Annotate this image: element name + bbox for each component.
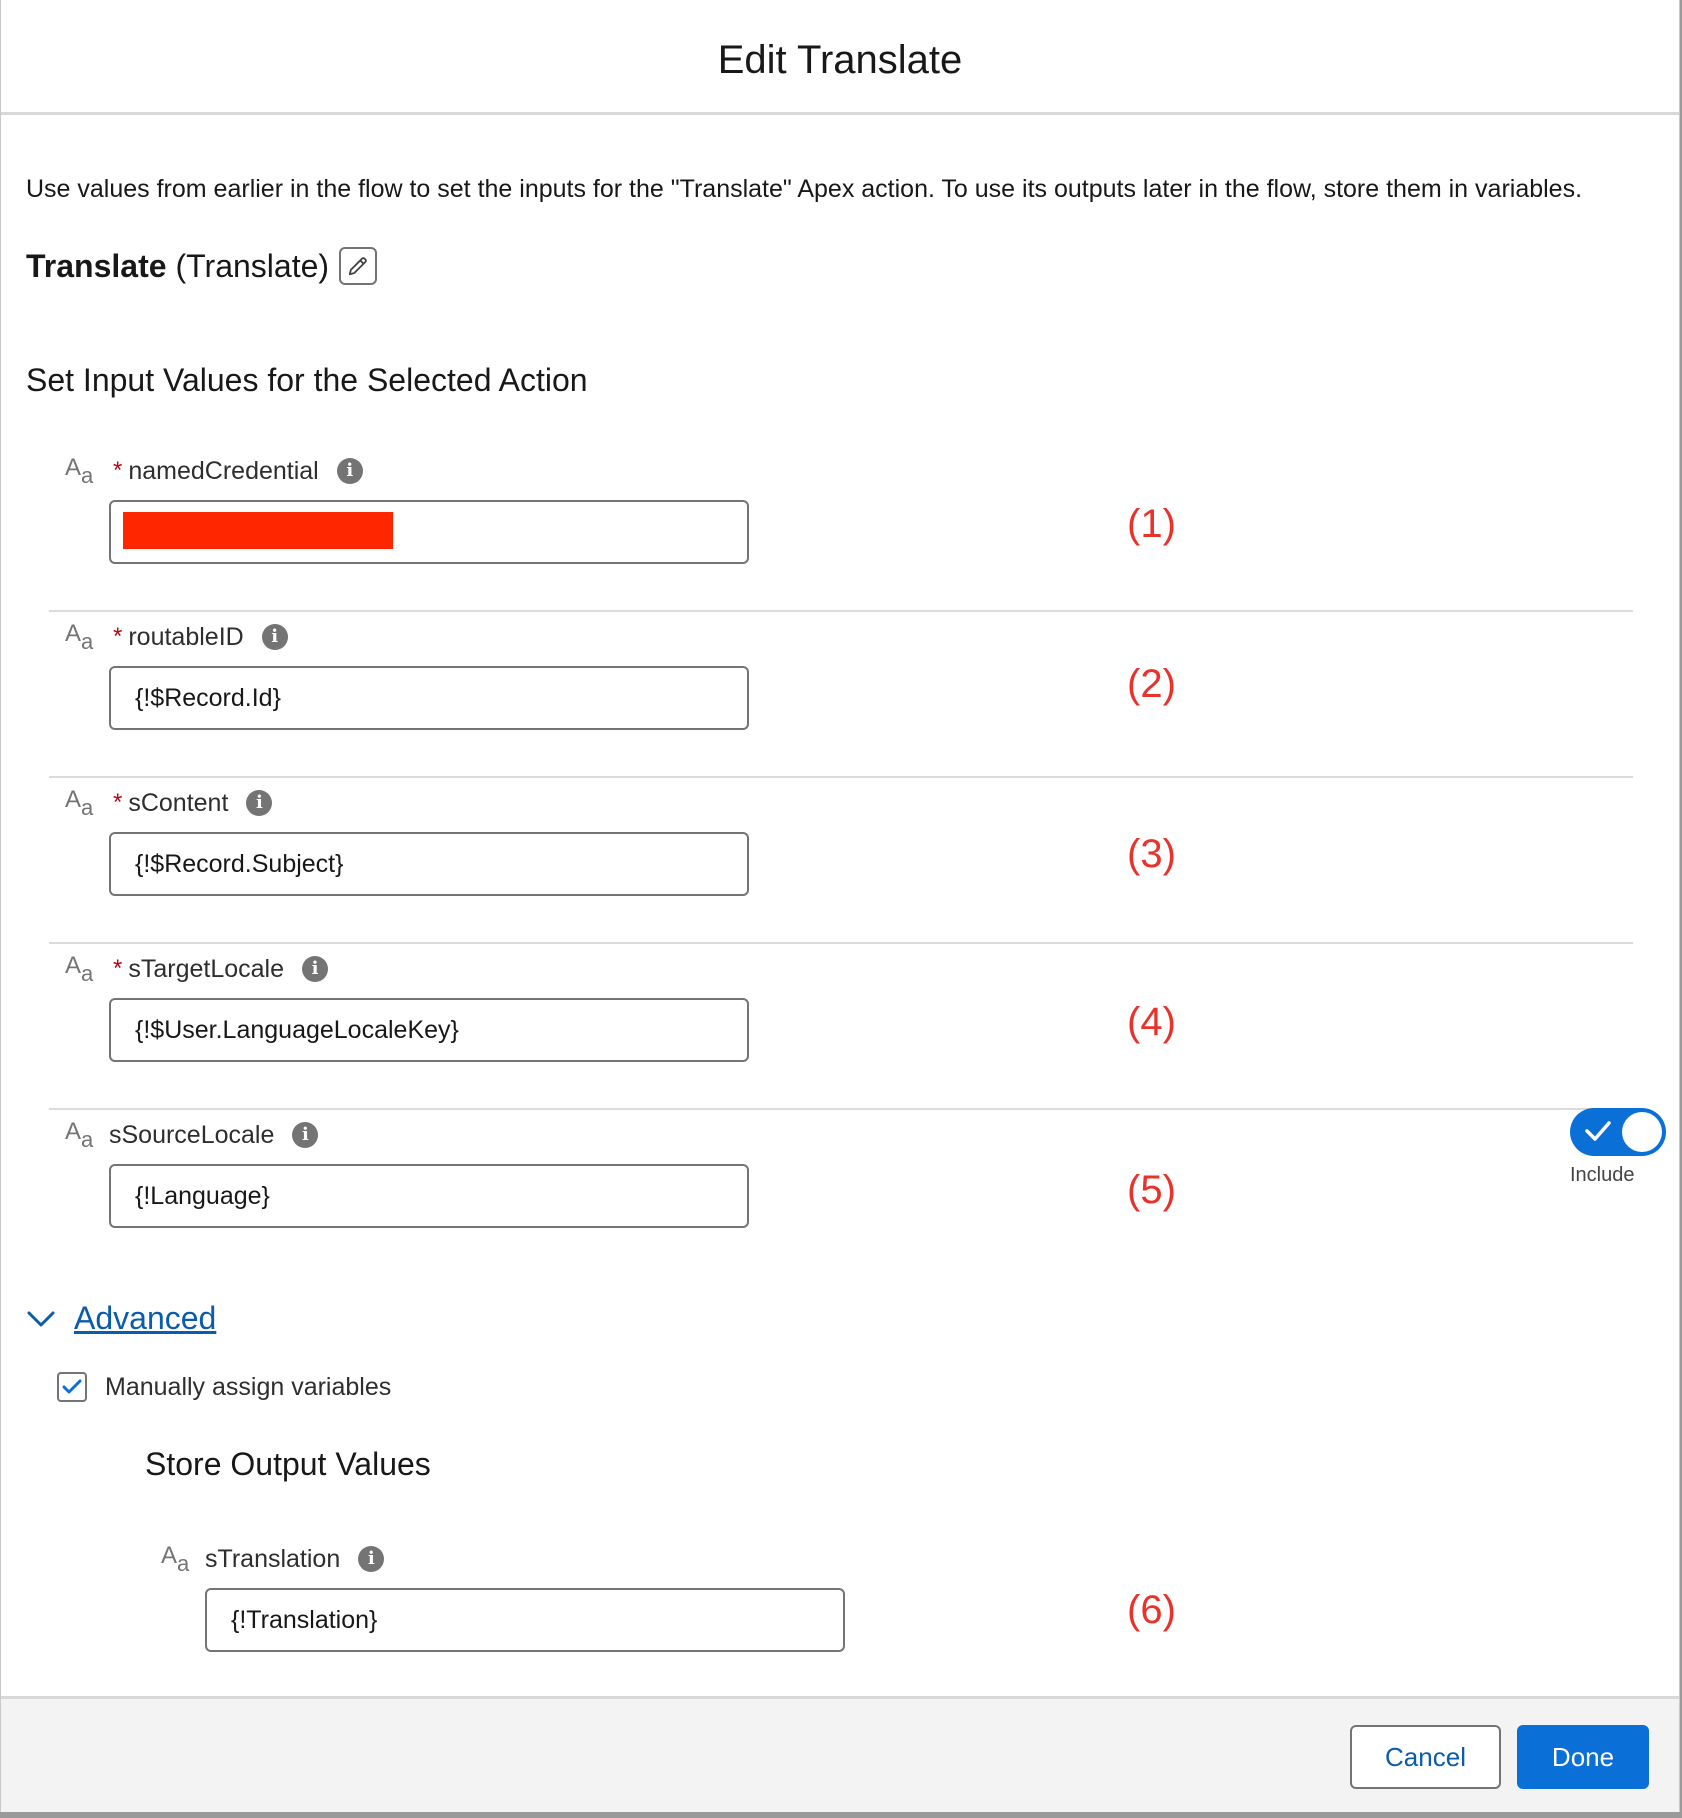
param-routable-id: Aa * routableID i {!$Record.Id} (2) xyxy=(49,610,1633,778)
annotation-label: (3) xyxy=(1127,832,1176,876)
s-translation-input[interactable]: {!Translation} xyxy=(205,1588,845,1652)
include-toggle[interactable] xyxy=(1570,1108,1666,1156)
info-icon[interactable]: i xyxy=(261,624,288,650)
text-type-icon: Aa xyxy=(65,454,94,488)
cancel-button[interactable]: Cancel xyxy=(1350,1725,1501,1789)
param-label: sTranslation xyxy=(205,1545,341,1573)
s-target-locale-input[interactable]: {!$User.LanguageLocaleKey} xyxy=(109,998,749,1062)
modal-title: Edit Translate xyxy=(717,38,963,82)
chevron-down-icon xyxy=(27,1311,55,1326)
advanced-link[interactable]: Advanced xyxy=(74,1300,216,1337)
param-label: routableID xyxy=(128,623,244,651)
s-source-locale-input[interactable]: {!Language} xyxy=(109,1164,749,1228)
text-type-icon: Aa xyxy=(161,1542,190,1576)
info-icon[interactable]: i xyxy=(246,790,273,816)
required-marker: * xyxy=(113,955,123,982)
info-icon[interactable]: i xyxy=(358,1546,385,1572)
edit-action-button[interactable] xyxy=(339,247,378,285)
modal-footer: Cancel Done xyxy=(1,1696,1679,1812)
action-name: Translate (Translate) xyxy=(26,246,378,286)
text-type-icon: Aa xyxy=(65,1118,94,1152)
param-named-credential: Aa * namedCredential i (1) xyxy=(49,444,1633,612)
routable-id-input[interactable]: {!$Record.Id} xyxy=(109,666,749,730)
annotation-label: (2) xyxy=(1127,662,1176,706)
info-icon[interactable]: i xyxy=(302,956,328,982)
redacted-value xyxy=(123,512,393,549)
manual-assign-label: Manually assign variables xyxy=(105,1372,392,1401)
param-label: namedCredential xyxy=(128,457,319,485)
check-icon xyxy=(1585,1121,1611,1141)
input-values-title: Set Input Values for the Selected Action xyxy=(26,362,588,398)
info-icon[interactable]: i xyxy=(336,458,363,484)
annotation-label: (1) xyxy=(1127,502,1176,546)
action-api-name: (Translate) xyxy=(175,248,330,284)
annotation-label: (5) xyxy=(1127,1168,1176,1212)
param-label: sContent xyxy=(128,789,229,817)
param-s-content: Aa * sContent i {!$Record.Subject} (3) xyxy=(49,776,1633,944)
modal-header: Edit Translate xyxy=(1,0,1679,115)
annotation-label: (6) xyxy=(1127,1588,1176,1632)
text-type-icon: Aa xyxy=(65,620,94,654)
text-type-icon: Aa xyxy=(65,952,94,986)
param-label: sTargetLocale xyxy=(128,955,284,983)
required-marker: * xyxy=(113,457,123,484)
param-s-source-locale: Aa sSourceLocale i {!Language} (5) Inclu… xyxy=(49,1108,1666,1274)
param-label: sSourceLocale xyxy=(109,1121,275,1149)
manual-assign-row[interactable]: Manually assign variables xyxy=(57,1372,391,1402)
required-marker: * xyxy=(113,623,123,650)
action-description: Use values from earlier in the flow to s… xyxy=(26,175,1583,203)
param-s-target-locale: Aa * sTargetLocale i {!$User.LanguageLoc… xyxy=(49,942,1633,1110)
s-content-input[interactable]: {!$Record.Subject} xyxy=(109,832,749,896)
named-credential-input[interactable] xyxy=(109,500,749,564)
check-icon xyxy=(62,1379,82,1394)
text-type-icon: Aa xyxy=(65,786,94,820)
advanced-toggle[interactable]: Advanced xyxy=(26,1300,216,1337)
toggle-knob xyxy=(1622,1112,1662,1152)
action-label: Translate xyxy=(26,248,167,284)
annotation-label: (4) xyxy=(1127,1000,1176,1044)
pencil-icon xyxy=(348,257,367,276)
output-values-title: Store Output Values xyxy=(145,1446,431,1482)
edit-translate-modal: Edit Translate Use values from earlier i… xyxy=(0,0,1680,1812)
modal-body[interactable]: Use values from earlier in the flow to s… xyxy=(1,118,1679,1696)
param-s-translation: Aa sTranslation i {!Translation} (6) xyxy=(145,1532,1682,1698)
required-marker: * xyxy=(113,789,123,816)
done-button[interactable]: Done xyxy=(1517,1725,1649,1789)
manual-assign-checkbox[interactable] xyxy=(57,1372,87,1402)
include-label: Include xyxy=(1570,1164,1635,1186)
info-icon[interactable]: i xyxy=(292,1122,319,1148)
